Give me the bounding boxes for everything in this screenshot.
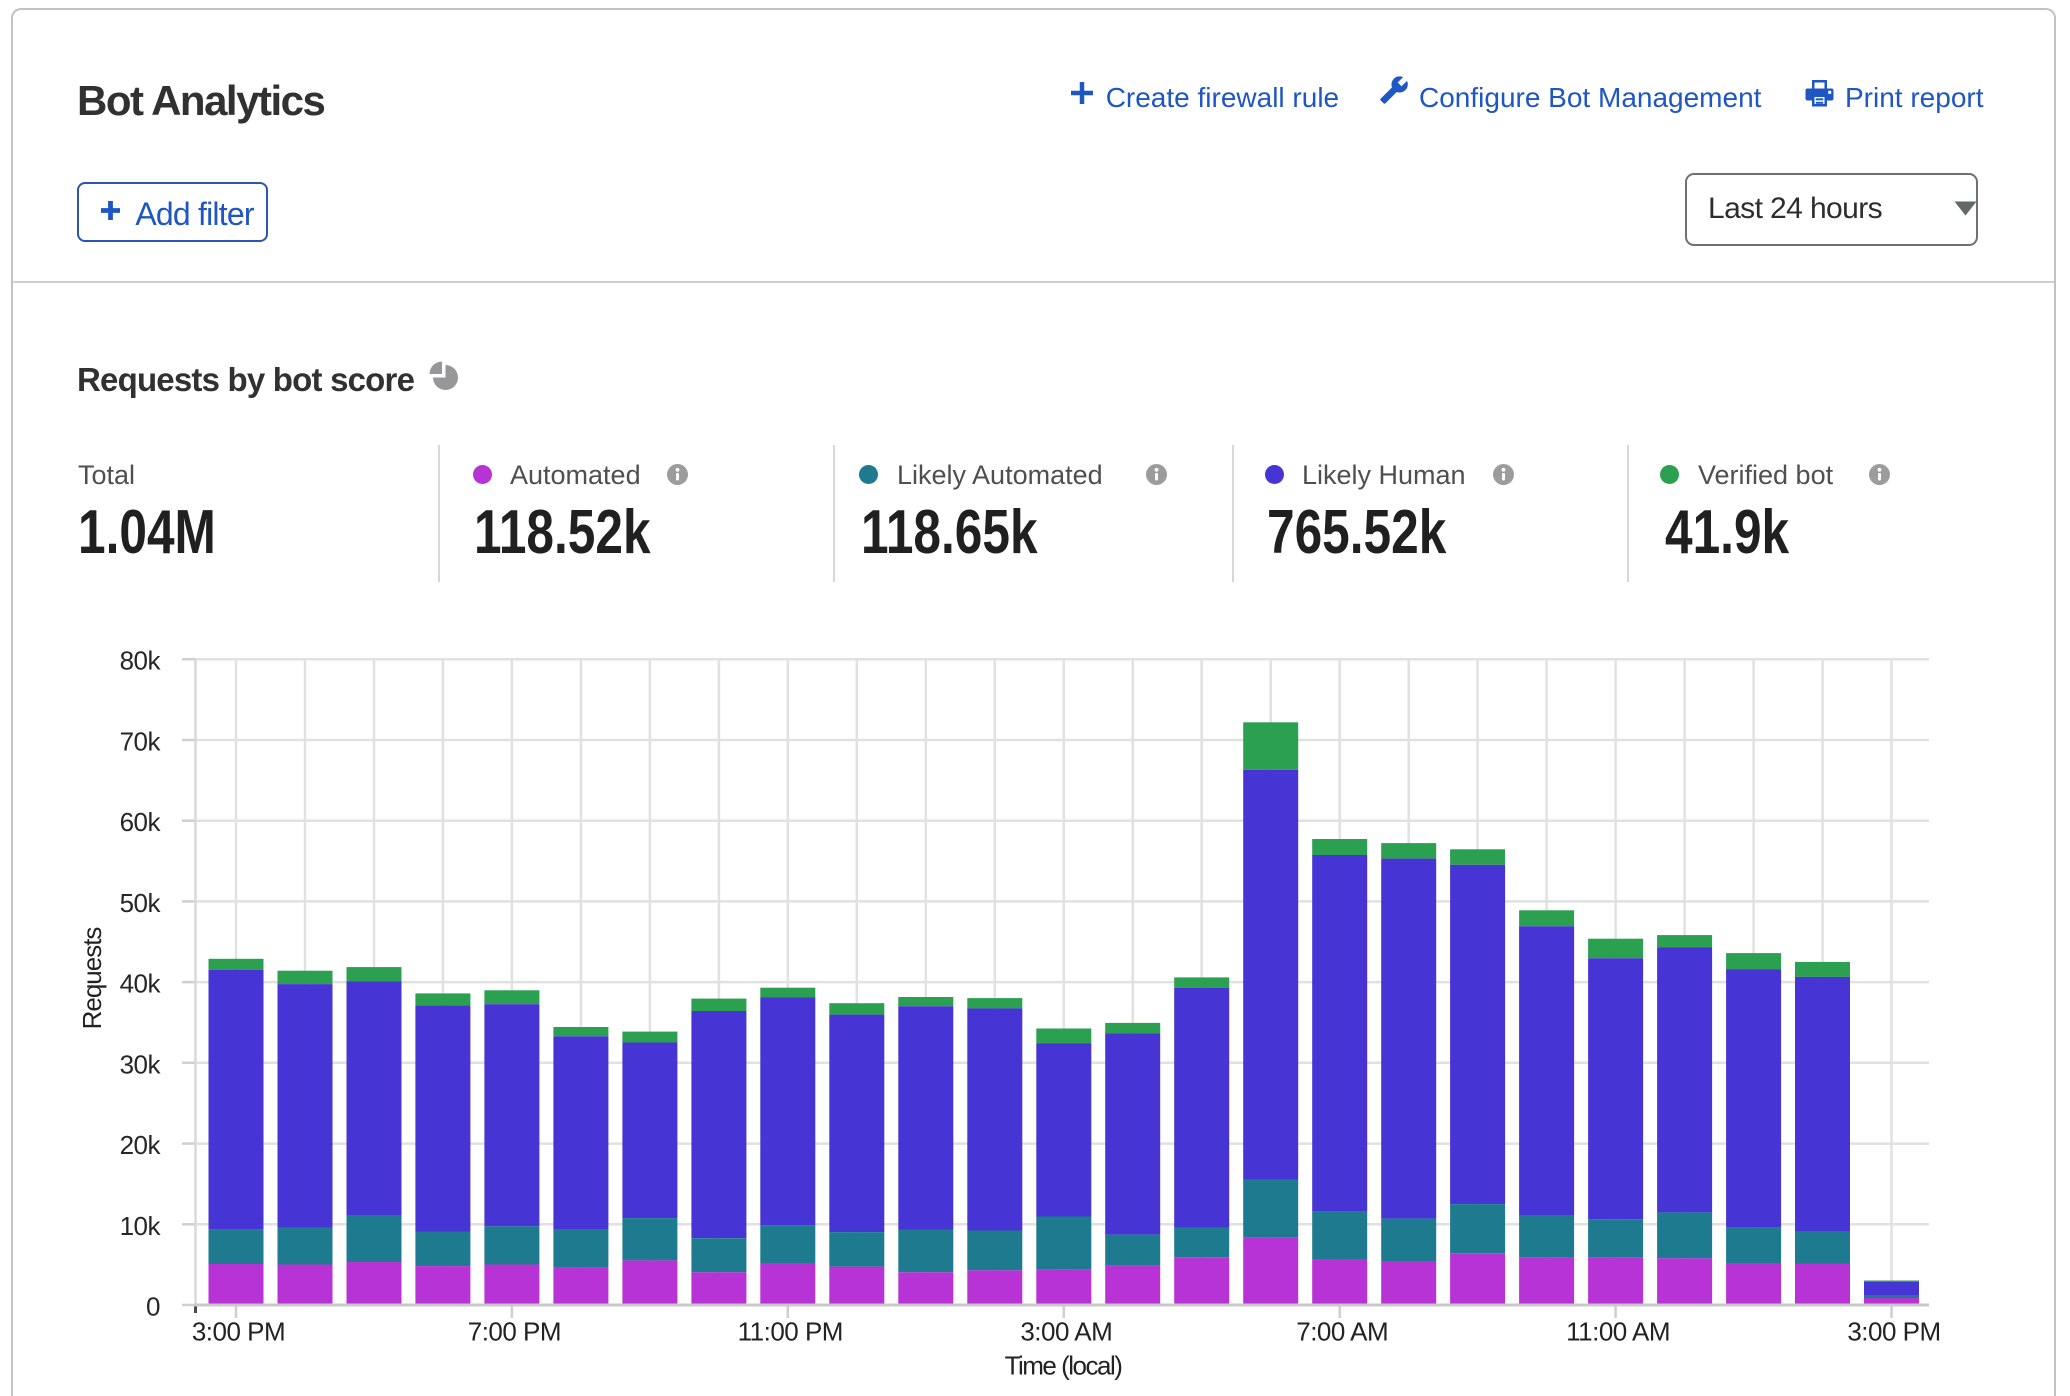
svg-text:7:00 AM: 7:00 AM (1296, 1317, 1388, 1347)
svg-text:3:00 PM: 3:00 PM (1847, 1317, 1940, 1347)
svg-text:30k: 30k (120, 1049, 162, 1079)
svg-text:60k: 60k (120, 807, 162, 837)
svg-text:Requests: Requests (77, 927, 107, 1030)
svg-text:11:00 PM: 11:00 PM (738, 1317, 843, 1347)
svg-text:Time (local): Time (local) (1005, 1351, 1123, 1381)
svg-text:11:00 AM: 11:00 AM (1566, 1317, 1670, 1347)
svg-text:7:00 PM: 7:00 PM (468, 1317, 561, 1347)
svg-text:3:00 PM: 3:00 PM (192, 1317, 285, 1347)
svg-text:80k: 80k (120, 646, 162, 676)
svg-text:50k: 50k (120, 888, 162, 918)
svg-text:10k: 10k (120, 1211, 162, 1241)
svg-text:40k: 40k (120, 969, 162, 999)
svg-text:3:00 AM: 3:00 AM (1020, 1317, 1112, 1347)
svg-text:0: 0 (146, 1292, 160, 1322)
svg-text:20k: 20k (120, 1130, 162, 1160)
svg-text:70k: 70k (120, 727, 162, 757)
